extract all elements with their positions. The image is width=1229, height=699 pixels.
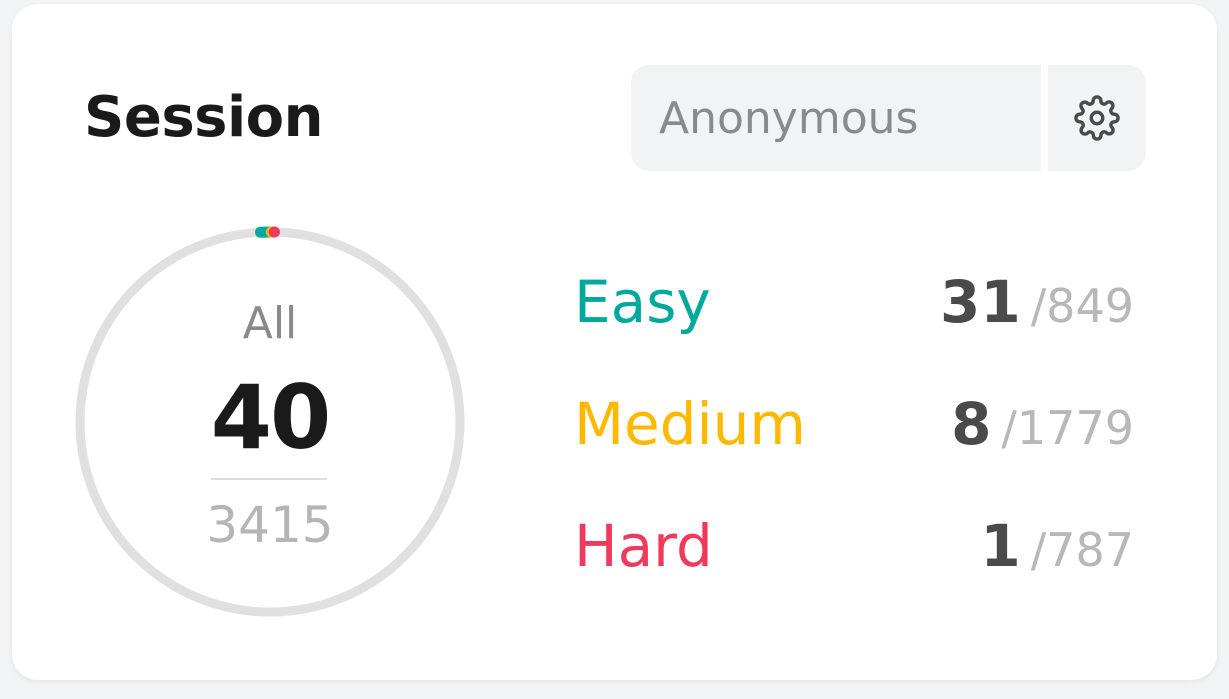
- session-selector[interactable]: Anonymous: [631, 65, 1041, 171]
- progress-ring: All 40 3415: [74, 226, 466, 618]
- difficulty-count-hard: 1/787: [980, 506, 1134, 601]
- medium-solved: 8: [951, 390, 992, 458]
- ring-total-count: 3415: [206, 496, 334, 554]
- gear-icon: [1074, 95, 1120, 141]
- session-progress-card: Session Anonymous All 40 3415 Easy 31/84…: [12, 4, 1217, 680]
- easy-total: /849: [1030, 279, 1134, 333]
- difficulty-count-easy: 31/849: [940, 262, 1134, 357]
- card-title: Session: [84, 85, 324, 150]
- easy-solved: 31: [939, 268, 1021, 336]
- session-selector-value: Anonymous: [659, 92, 919, 144]
- difficulty-label-hard: Hard: [574, 512, 713, 580]
- ring-solved-count: 40: [210, 366, 331, 469]
- hard-solved: 1: [980, 512, 1021, 580]
- difficulty-label-medium: Medium: [574, 390, 806, 458]
- difficulty-row-hard: Hard 1/787: [574, 506, 1134, 586]
- medium-total: /1779: [1001, 401, 1134, 455]
- difficulty-label-easy: Easy: [574, 268, 711, 336]
- ring-divider: [211, 478, 327, 480]
- difficulty-count-medium: 8/1779: [951, 384, 1134, 479]
- difficulty-row-medium: Medium 8/1779: [574, 384, 1134, 464]
- settings-button[interactable]: [1048, 65, 1146, 171]
- hard-total: /787: [1030, 523, 1134, 577]
- ring-all-label: All: [242, 298, 298, 349]
- difficulty-row-easy: Easy 31/849: [574, 262, 1134, 342]
